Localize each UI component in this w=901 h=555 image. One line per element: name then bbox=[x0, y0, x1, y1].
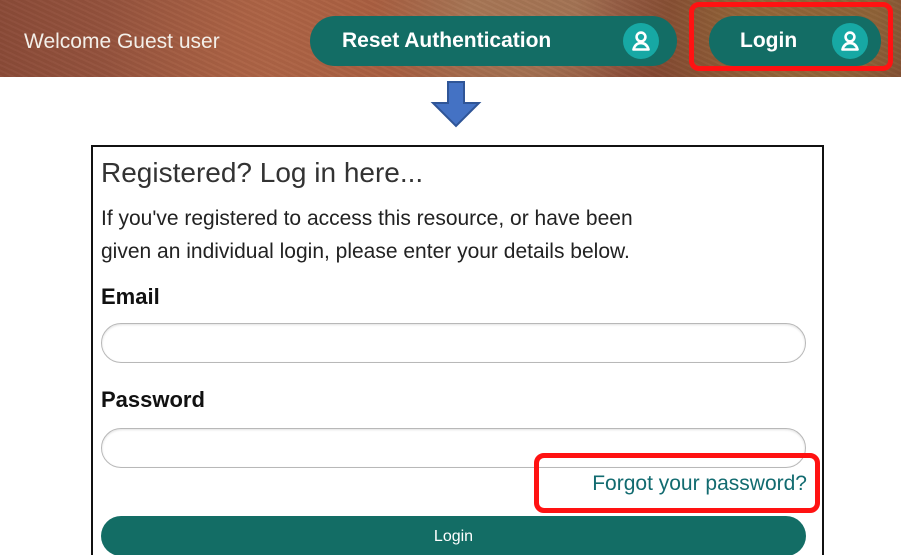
login-form-intro: If you've registered to access this reso… bbox=[101, 202, 791, 268]
reset-authentication-button[interactable]: Reset Authentication bbox=[310, 16, 677, 66]
email-label: Email bbox=[101, 284, 160, 309]
down-arrow-icon bbox=[430, 81, 482, 128]
user-icon bbox=[623, 23, 659, 59]
forgot-password-highlight bbox=[534, 453, 820, 513]
header-login-highlight bbox=[689, 2, 893, 71]
login-form-intro-line-1: If you've registered to access this reso… bbox=[101, 207, 633, 230]
login-form-intro-line-2: given an individual login, please enter … bbox=[101, 240, 630, 263]
password-label: Password bbox=[101, 387, 205, 412]
user-icon-svg bbox=[632, 31, 650, 51]
login-submit-button[interactable]: Login bbox=[101, 516, 806, 555]
login-form-title: Registered? Log in here... bbox=[101, 157, 424, 188]
reset-authentication-label: Reset Authentication bbox=[342, 29, 552, 52]
email-field[interactable] bbox=[101, 323, 806, 363]
welcome-guest-text: Welcome Guest user bbox=[24, 30, 220, 53]
guest-header-bar: Welcome Guest user Reset Authentication … bbox=[0, 0, 901, 77]
